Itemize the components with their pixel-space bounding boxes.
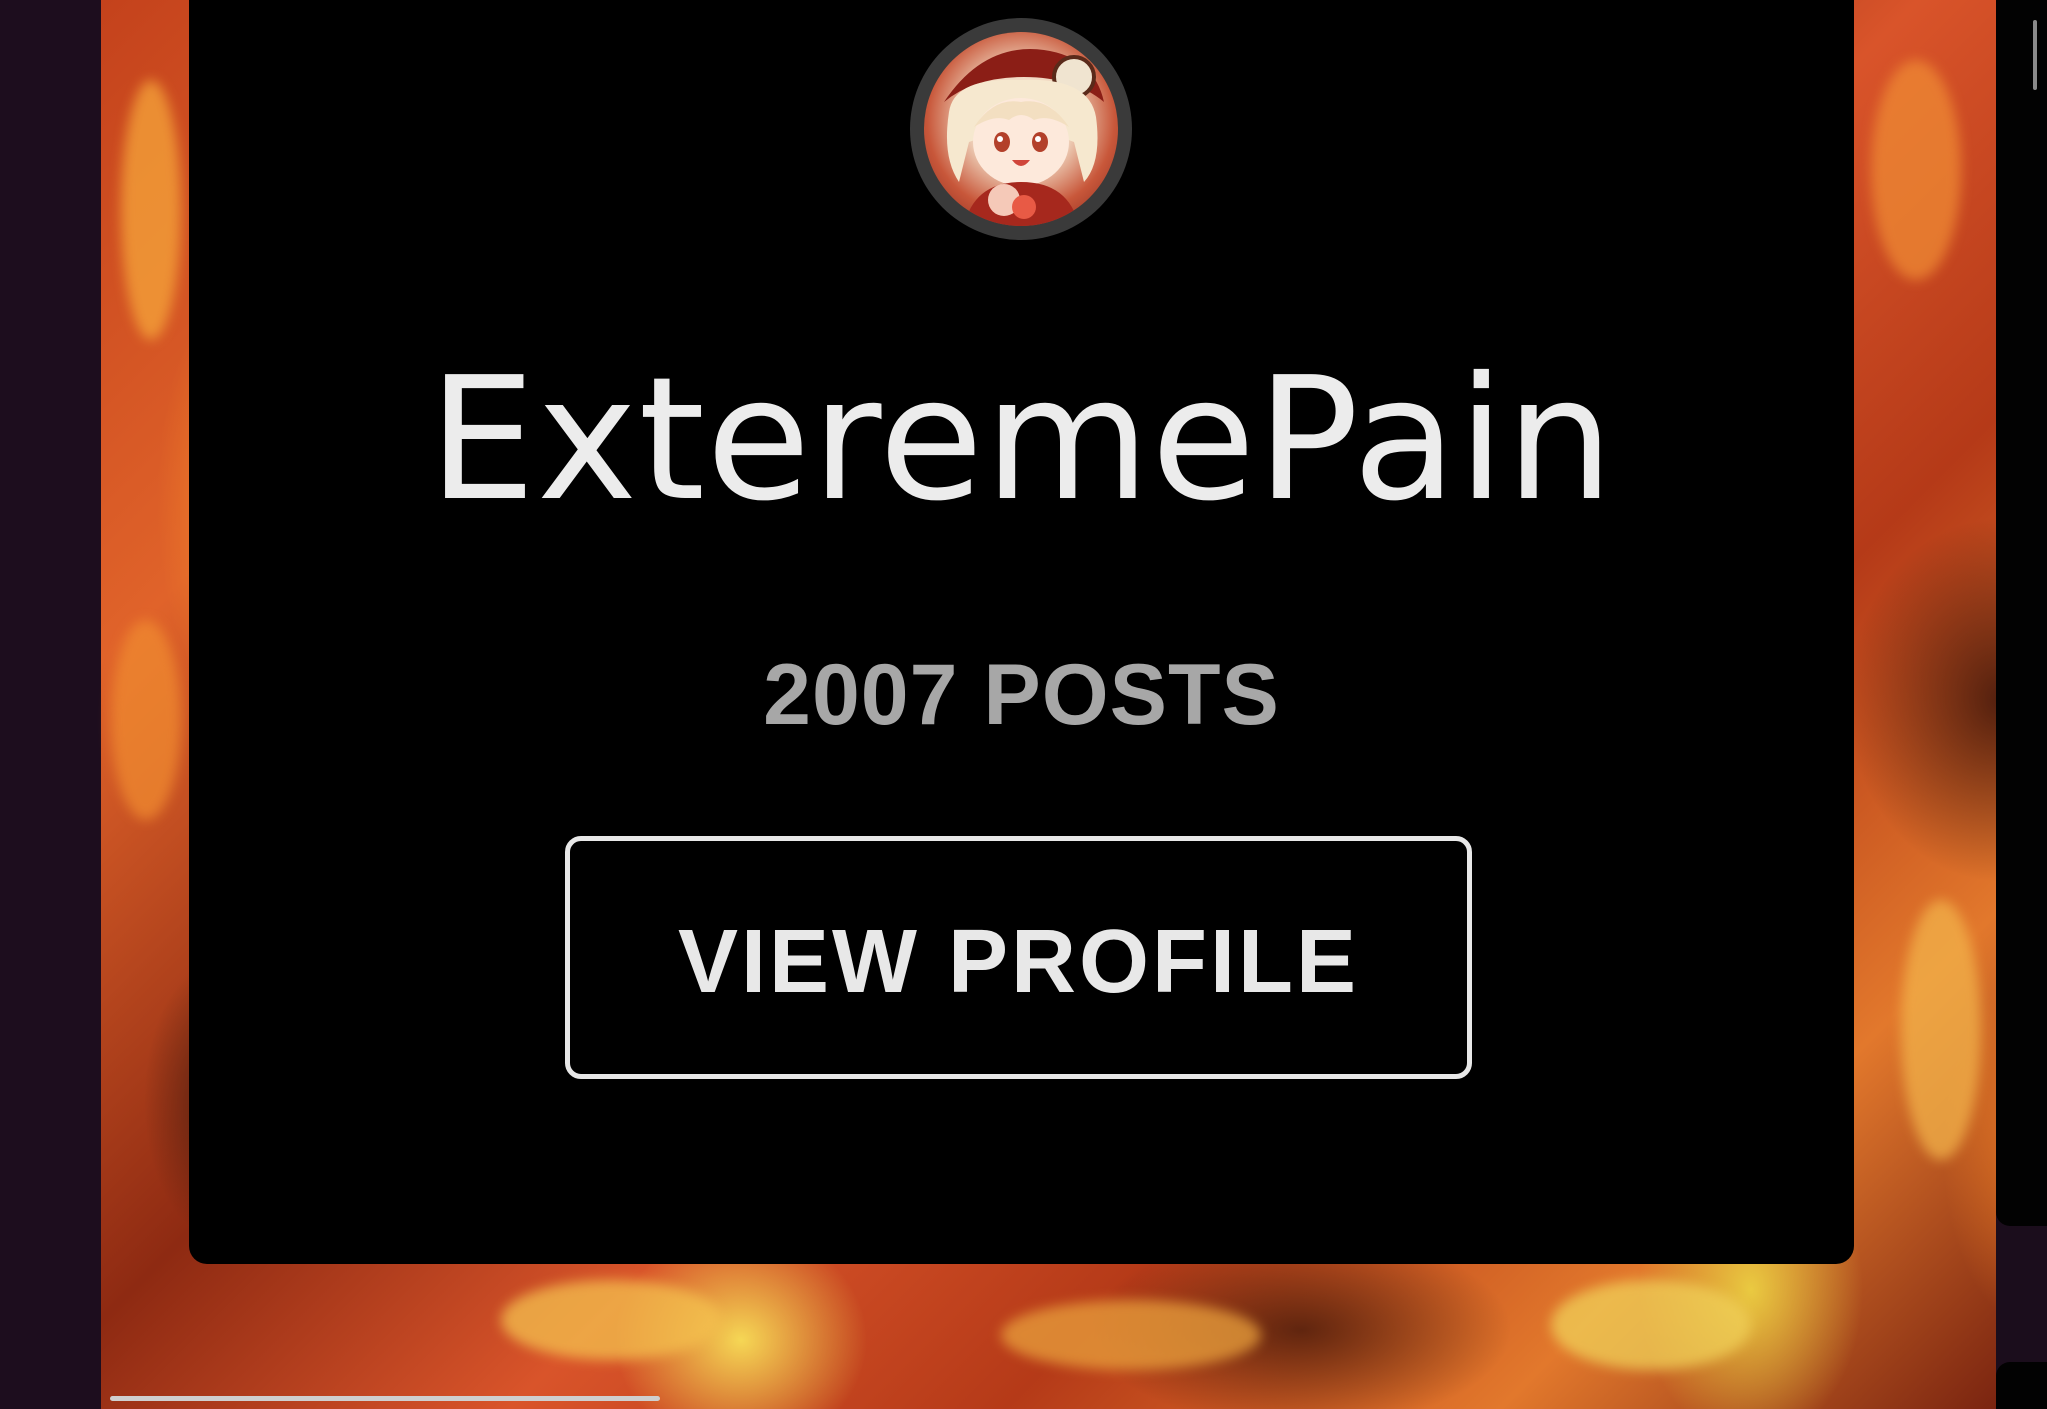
right-panel-lower [1996, 1362, 2047, 1409]
horizontal-scrollbar-thumb[interactable] [110, 1396, 660, 1401]
vertical-scrollbar-thumb[interactable] [2033, 20, 2037, 90]
right-panel [1996, 0, 2047, 1226]
page: ExteremePain 2007 POSTS VIEW PROFILE [0, 0, 2047, 1409]
anime-character-avatar-icon [944, 49, 1104, 226]
left-sidebar-strip [0, 0, 101, 1409]
avatar-frame[interactable] [910, 18, 1132, 240]
username-heading: ExteremePain [428, 341, 1615, 539]
post-count: 2007 POSTS [763, 647, 1280, 743]
profile-card: ExteremePain 2007 POSTS VIEW PROFILE [189, 0, 1854, 1264]
view-profile-button[interactable]: VIEW PROFILE [565, 836, 1472, 1079]
avatar[interactable] [924, 32, 1118, 226]
